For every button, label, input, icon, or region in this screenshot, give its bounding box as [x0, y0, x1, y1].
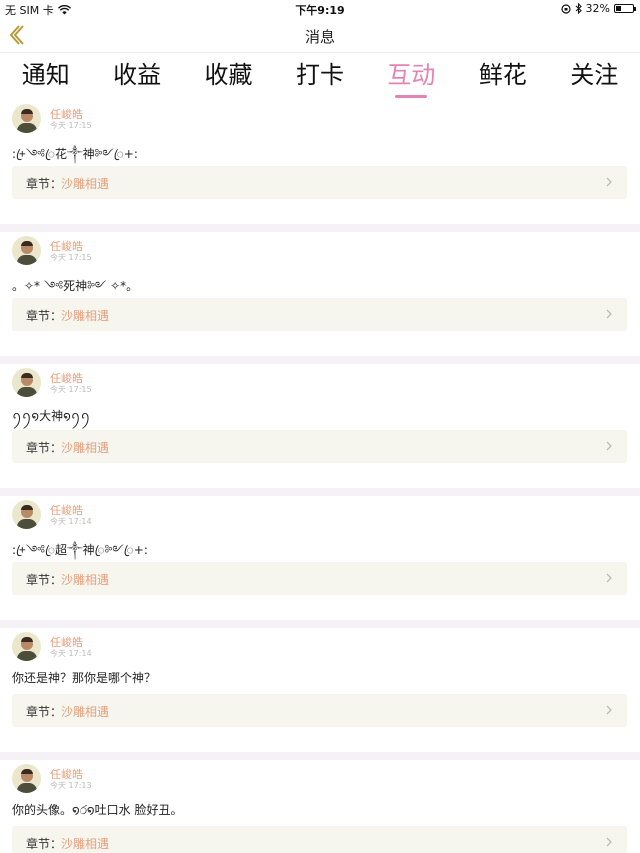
tab-notifications[interactable]: 通知	[0, 53, 91, 100]
chapter-label: 章节：	[26, 573, 63, 587]
bluetooth-icon	[575, 3, 582, 14]
battery-percent: 32%	[585, 2, 610, 15]
tab-earnings[interactable]: 收益	[91, 53, 182, 100]
chapter-name: 沙雕相遇	[61, 441, 110, 455]
chevron-right-icon	[606, 177, 612, 187]
divider	[0, 620, 640, 628]
chapter-link[interactable]: 章节： 沙雕相遇	[12, 562, 627, 595]
message-item: 任峻皓 今天 17:14:+ꦿ༺ꦿ超༒神ꦿ༻ꦿ+: 章节： 沙雕相遇	[0, 496, 640, 620]
chapter-link[interactable]: 章节： 沙雕相遇	[12, 430, 627, 463]
tab-interactions[interactable]: 互动	[366, 53, 457, 100]
message-list: 任峻皓 今天 17:15:+ꦿ༺ꦿ花༒神༻ꦿ+: 章节： 沙雕相遇 任峻皓 今天 17:1…	[0, 100, 640, 853]
message-content: 你还是神？那你是哪个神？	[12, 671, 157, 685]
avatar[interactable]	[12, 764, 41, 793]
avatar[interactable]	[12, 104, 41, 133]
message-item: 任峻皓 今天 17:15 ꪆꪆ໑大神໑ꪆꪆ 章节： 沙雕相遇	[0, 364, 640, 488]
timestamp: 今天 17:14	[50, 517, 92, 526]
battery-icon	[614, 4, 636, 13]
chapter-label: 章节：	[26, 441, 63, 455]
status-bar: 无 SIM 卡 下午9:19 32%	[0, 0, 640, 18]
timestamp: 今天 17:15	[50, 253, 92, 262]
message-item: 任峻皓 今天 17:15:+ꦿ༺ꦿ花༒神༻ꦿ+: 章节： 沙雕相遇	[0, 100, 640, 224]
chapter-name: 沙雕相遇	[61, 309, 110, 323]
chapter-link[interactable]: 章节： 沙雕相遇	[12, 826, 627, 853]
timestamp: 今天 17:15	[50, 385, 92, 394]
chapter-name: 沙雕相遇	[61, 573, 110, 587]
timestamp: 今天 17:13	[50, 781, 92, 790]
chapter-label: 章节：	[26, 837, 63, 851]
chevron-right-icon	[606, 309, 612, 319]
tab-favorites[interactable]: 收藏	[183, 53, 274, 100]
chevron-right-icon	[606, 705, 612, 715]
divider	[0, 752, 640, 760]
message-item: 任峻皓 今天 17:15 。✧* ༺死神༻ ✧*。 章节： 沙雕相遇	[0, 232, 640, 356]
avatar[interactable]	[12, 500, 41, 529]
navigation-bar: 消息	[0, 18, 640, 52]
tab-check-in[interactable]: 打卡	[274, 53, 365, 100]
message-content: ꪆꪆ໑大神໑ꪆꪆ	[12, 409, 91, 423]
chapter-label: 章节：	[26, 705, 63, 719]
orientation-lock-icon	[560, 3, 571, 14]
timestamp: 今天 17:14	[50, 649, 92, 658]
message-content: 你的头像。໑ර໑吐口水 脸好丑。	[12, 803, 183, 817]
divider	[0, 356, 640, 364]
tab-flowers[interactable]: 鲜花	[457, 53, 548, 100]
tab-bar: 通知 收益 收藏 打卡 互动 鲜花 关注	[0, 52, 640, 100]
status-time: 下午9:19	[295, 4, 345, 17]
chapter-link[interactable]: 章节： 沙雕相遇	[12, 694, 627, 727]
message-item: 任峻皓 今天 17:13 你的头像。໑ර໑吐口水 脸好丑。 章节： 沙雕相遇	[0, 760, 640, 853]
chapter-label: 章节：	[26, 309, 63, 323]
chapter-name: 沙雕相遇	[61, 177, 110, 191]
divider	[0, 488, 640, 496]
chapter-link[interactable]: 章节： 沙雕相遇	[12, 166, 627, 199]
chevron-right-icon	[606, 573, 612, 583]
message-item: 任峻皓 今天 17:14 你还是神？那你是哪个神？ 章节： 沙雕相遇	[0, 628, 640, 752]
chapter-label: 章节：	[26, 177, 63, 191]
avatar[interactable]	[12, 236, 41, 265]
page-title: 消息	[304, 28, 335, 46]
battery-level	[616, 6, 622, 11]
avatar[interactable]	[12, 632, 41, 661]
chevron-right-icon	[606, 441, 612, 451]
chapter-name: 沙雕相遇	[61, 705, 110, 719]
avatar[interactable]	[12, 368, 41, 397]
chevron-right-icon	[606, 837, 612, 847]
tab-following[interactable]: 关注	[549, 53, 640, 100]
chapter-link[interactable]: 章节： 沙雕相遇	[12, 298, 627, 331]
chapter-name: 沙雕相遇	[61, 837, 110, 851]
divider	[0, 224, 640, 232]
timestamp: 今天 17:15	[50, 121, 92, 130]
